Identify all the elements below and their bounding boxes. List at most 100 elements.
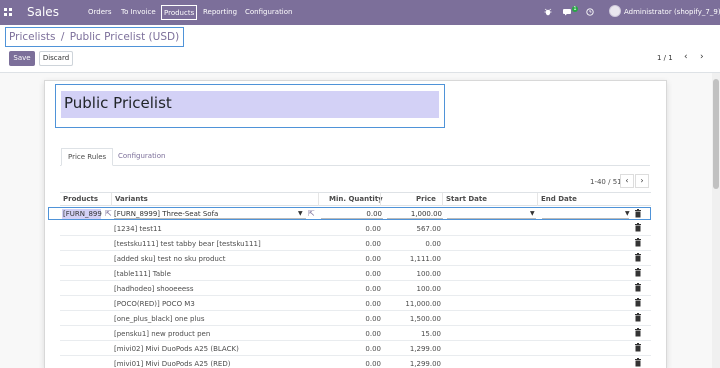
column-variants[interactable]: Variants bbox=[115, 195, 148, 203]
pricelist-name-input[interactable]: Public Pricelist bbox=[61, 91, 439, 118]
discard-button[interactable]: Discard bbox=[39, 51, 73, 66]
end-date-dropdown-icon[interactable]: ▼ bbox=[625, 210, 630, 217]
tab-price-rules[interactable]: Price Rules bbox=[61, 148, 114, 166]
price-cell[interactable]: 100.00 bbox=[386, 270, 442, 278]
min-quantity-cell[interactable]: 0.00 bbox=[332, 285, 381, 293]
table-row[interactable]: [table111] Table 0.00 100.00 bbox=[60, 266, 651, 281]
app-brand[interactable]: Sales bbox=[27, 5, 59, 19]
table-row[interactable]: [mivi01] Mivi DuoPods A25 (RED) 0.00 1,299… bbox=[60, 356, 651, 368]
tab-configuration[interactable]: Configuration bbox=[112, 148, 171, 166]
variant-cell[interactable]: [added sku] test no sku product bbox=[114, 255, 225, 263]
save-button[interactable]: Save bbox=[9, 51, 35, 66]
menu-orders[interactable]: Orders bbox=[88, 8, 112, 16]
min-quantity-underline bbox=[321, 218, 383, 219]
variant-cell[interactable]: [mivi01] Mivi DuoPods A25 (RED) bbox=[114, 360, 230, 368]
product-input[interactable]: [FURN_899 bbox=[63, 210, 102, 218]
table-row[interactable]: [1234] test11 0.00 567.00 bbox=[60, 221, 651, 236]
table-row[interactable]: [pensku1] new product pen 0.00 15.00 bbox=[60, 326, 651, 341]
variant-cell[interactable]: [pensku1] new product pen bbox=[114, 330, 210, 338]
delete-row-icon[interactable] bbox=[634, 298, 644, 308]
price-cell[interactable]: 1,299.00 bbox=[386, 360, 441, 368]
price-cell[interactable]: 567.00 bbox=[386, 225, 442, 233]
table-row[interactable]: [POCO(RED)] POCO M3 0.00 11,000.00 bbox=[60, 296, 651, 311]
variant-cell[interactable]: [one_plus_black] one plus bbox=[114, 315, 205, 323]
column-min-quantity[interactable]: Min. Quantity bbox=[329, 195, 383, 203]
min-quantity-cell[interactable]: 0.00 bbox=[332, 225, 381, 233]
min-quantity-input[interactable]: 0.00 bbox=[321, 210, 382, 218]
table-row[interactable]: [hadhodeo] shooeeess 0.00 100.00 bbox=[60, 281, 651, 296]
column-separator[interactable] bbox=[537, 193, 538, 206]
start-date-dropdown-icon[interactable]: ▼ bbox=[530, 210, 535, 217]
apps-menu-icon[interactable] bbox=[4, 8, 12, 16]
breadcrumb-pricelists[interactable]: Pricelists bbox=[9, 31, 56, 43]
price-cell[interactable]: 0.00 bbox=[386, 240, 441, 248]
min-quantity-cell[interactable]: 0.00 bbox=[332, 240, 381, 248]
delete-row-icon[interactable] bbox=[634, 253, 644, 263]
variant-cell[interactable]: [hadhodeo] shooeeess bbox=[114, 285, 193, 293]
list-pager-next-icon[interactable]: › bbox=[635, 174, 649, 188]
min-quantity-cell[interactable]: 0.00 bbox=[332, 270, 381, 278]
variant-cell[interactable]: [testsku111] test tabby bear [testsku111… bbox=[114, 240, 261, 248]
vertical-scrollbar[interactable] bbox=[712, 73, 720, 368]
variant-cell[interactable]: [POCO(RED)] POCO M3 bbox=[114, 300, 195, 308]
table-row[interactable]: [added sku] test no sku product 0.00 1,111… bbox=[60, 251, 651, 266]
delete-row-icon[interactable] bbox=[634, 343, 644, 353]
pager-next-icon[interactable]: › bbox=[700, 52, 704, 62]
external-link-icon[interactable]: ⇱ bbox=[105, 209, 112, 218]
price-cell[interactable]: 1,500.00 bbox=[386, 315, 441, 323]
price-input[interactable]: 1,000.00 bbox=[387, 210, 442, 218]
delete-row-icon[interactable] bbox=[634, 268, 644, 278]
variant-cell[interactable]: [mivi02] Mivi DuoPods A25 (BLACK) bbox=[114, 345, 239, 353]
end-date-input[interactable] bbox=[542, 218, 629, 219]
price-cell[interactable]: 100.00 bbox=[386, 285, 442, 293]
price-cell[interactable]: 1,111.00 bbox=[386, 255, 441, 263]
variant-input[interactable]: [FURN_8999] Three-Seat Sofa bbox=[114, 210, 218, 218]
column-start-date[interactable]: Start Date bbox=[446, 195, 487, 203]
min-quantity-cell[interactable]: 0.00 bbox=[332, 330, 381, 338]
delete-row-icon[interactable] bbox=[634, 209, 642, 220]
table-row[interactable]: [mivi02] Mivi DuoPods A25 (BLACK) 0.00 1,2… bbox=[60, 341, 651, 356]
column-separator[interactable] bbox=[318, 193, 319, 206]
user-menu[interactable]: Administrator (shopify_7_9) bbox=[624, 8, 720, 16]
menu-reporting[interactable]: Reporting bbox=[203, 8, 237, 16]
delete-row-icon[interactable] bbox=[634, 283, 644, 293]
start-date-input[interactable] bbox=[447, 218, 536, 219]
menu-products[interactable]: Products bbox=[161, 5, 198, 20]
scrollbar-thumb[interactable] bbox=[713, 79, 719, 189]
variant-cell[interactable]: [1234] test11 bbox=[114, 225, 162, 233]
min-quantity-cell[interactable]: 0.00 bbox=[332, 255, 381, 263]
menu-configuration[interactable]: Configuration bbox=[245, 8, 292, 16]
delete-row-icon[interactable] bbox=[634, 358, 644, 368]
clock-icon[interactable] bbox=[586, 8, 594, 18]
pager-value[interactable]: 1 / 1 bbox=[657, 54, 673, 62]
variant-cell[interactable]: [table111] Table bbox=[114, 270, 171, 278]
external-link-icon[interactable]: ⇱ bbox=[308, 209, 315, 218]
price-cell[interactable]: 1,299.00 bbox=[386, 345, 441, 353]
price-cell[interactable]: 11,000.00 bbox=[386, 300, 441, 308]
min-quantity-cell[interactable]: 0.00 bbox=[332, 345, 381, 353]
table-row[interactable]: [one_plus_black] one plus 0.00 1,500.00 bbox=[60, 311, 651, 326]
column-separator[interactable] bbox=[380, 193, 381, 206]
user-avatar[interactable] bbox=[609, 5, 621, 17]
list-pager-previous-icon[interactable]: ‹ bbox=[620, 174, 634, 188]
min-quantity-cell[interactable]: 0.00 bbox=[332, 360, 381, 368]
delete-row-icon[interactable] bbox=[634, 223, 644, 233]
column-separator[interactable] bbox=[442, 193, 443, 206]
delete-row-icon[interactable] bbox=[634, 238, 644, 248]
delete-row-icon[interactable] bbox=[634, 313, 644, 323]
price-cell[interactable]: 15.00 bbox=[386, 330, 441, 338]
list-pager-value[interactable]: 1-40 / 51 bbox=[590, 178, 622, 186]
delete-row-icon[interactable] bbox=[634, 328, 644, 338]
table-row[interactable]: [testsku111] test tabby bear [testsku111… bbox=[60, 236, 651, 251]
pager-previous-icon[interactable]: ‹ bbox=[684, 52, 688, 62]
column-separator[interactable] bbox=[111, 193, 112, 206]
menu-to-invoice[interactable]: To Invoice bbox=[121, 8, 156, 16]
bug-icon[interactable] bbox=[544, 8, 552, 18]
column-end-date[interactable]: End Date bbox=[541, 195, 577, 203]
min-quantity-cell[interactable]: 0.00 bbox=[332, 300, 381, 308]
min-quantity-cell[interactable]: 0.00 bbox=[332, 315, 381, 323]
variant-dropdown-icon[interactable]: ▼ bbox=[298, 210, 303, 217]
column-products[interactable]: Products bbox=[63, 195, 98, 203]
editing-row[interactable]: [FURN_899 ⇱ [FURN_8999] Three-Seat Sofa … bbox=[48, 207, 651, 220]
column-price[interactable]: Price bbox=[416, 195, 436, 203]
